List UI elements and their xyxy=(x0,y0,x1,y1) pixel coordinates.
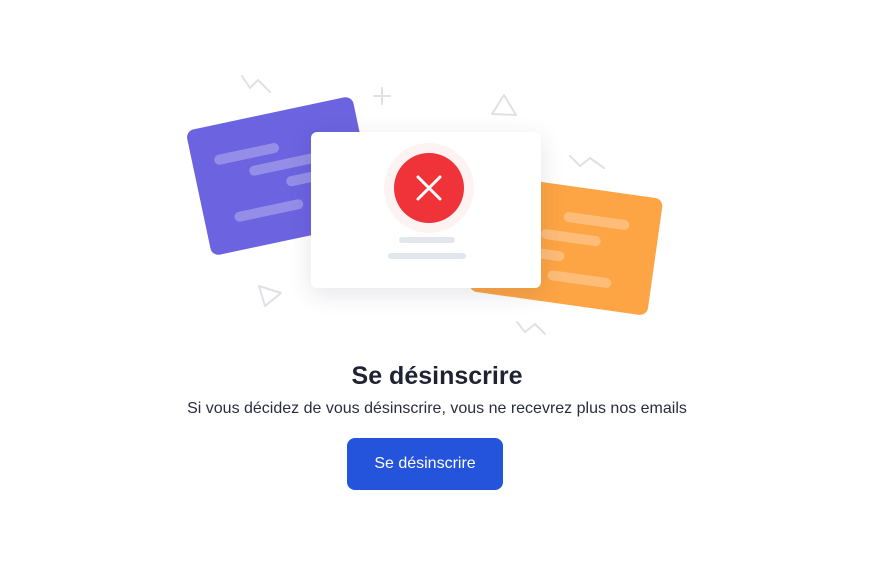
text-line xyxy=(563,211,631,231)
unsubscribe-illustration xyxy=(0,0,874,350)
text-line xyxy=(546,269,612,289)
triangle-decoration xyxy=(258,285,282,307)
text-line xyxy=(388,253,466,259)
unsubscribe-page: Se désinscrire Si vous décidez de vous d… xyxy=(0,0,874,583)
zigzag-decoration xyxy=(516,321,546,335)
close-icon xyxy=(416,175,442,201)
unsubscribe-button[interactable]: Se désinscrire xyxy=(347,438,503,490)
text-line xyxy=(399,237,455,243)
zigzag-decoration xyxy=(241,75,271,93)
error-badge xyxy=(394,153,464,223)
text-line xyxy=(540,228,602,247)
page-subtitle: Si vous décidez de vous désinscrire, vou… xyxy=(187,400,687,417)
text-line xyxy=(233,198,305,223)
triangle-decoration xyxy=(491,94,517,116)
plus-decoration xyxy=(373,87,391,105)
main-message-card xyxy=(311,132,541,288)
page-title: Se désinscrire xyxy=(351,362,523,390)
zigzag-decoration xyxy=(569,155,605,169)
